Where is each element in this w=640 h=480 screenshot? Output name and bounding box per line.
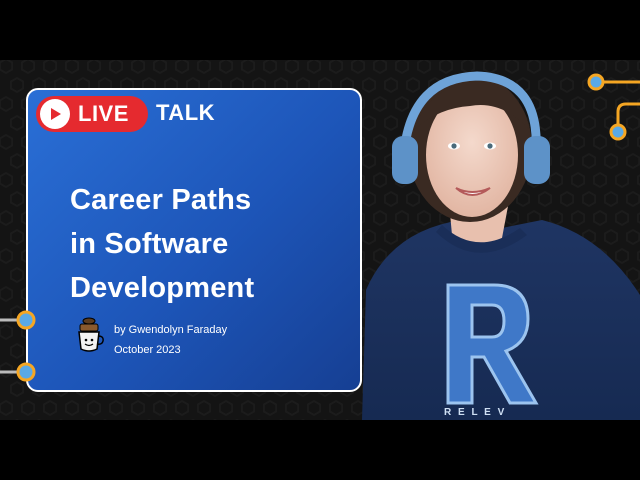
- hex-cell: [9, 342, 25, 360]
- hex-cell: [130, 399, 146, 417]
- title-line-2: in Software: [70, 228, 229, 260]
- hex-cell: [9, 114, 25, 132]
- hex-cell: [0, 247, 14, 265]
- hex-cell: [240, 60, 256, 75]
- hex-cell: [0, 361, 14, 379]
- svg-text:R E L E V: R E L E V: [444, 407, 506, 418]
- hex-cell: [42, 60, 58, 75]
- hex-cell: [0, 323, 14, 341]
- title-line-1: Career Paths: [70, 184, 252, 216]
- hex-cell: [240, 399, 256, 417]
- play-icon: [40, 99, 70, 129]
- hex-cell: [152, 60, 168, 75]
- hex-cell: [0, 209, 14, 227]
- hex-cell: [284, 399, 300, 417]
- hex-cell: [64, 399, 80, 417]
- video-thumbnail-frame[interactable]: R E L E V Career Paths in Software Devel…: [0, 0, 640, 480]
- hex-cell: [9, 152, 25, 170]
- hex-cell: [0, 399, 14, 417]
- speaker-illustration: R E L E V: [362, 71, 640, 420]
- hex-cell: [86, 399, 102, 417]
- hex-cell: [9, 228, 25, 246]
- hex-cell: [152, 399, 168, 417]
- hex-cell: [0, 171, 14, 189]
- hex-cell: [218, 60, 234, 75]
- author-name: by Gwendolyn Faraday: [114, 324, 228, 336]
- hex-cell: [328, 60, 344, 75]
- hex-cell: [0, 95, 14, 113]
- hex-cell: [20, 60, 36, 75]
- title-line-3: Development: [70, 272, 255, 304]
- hex-cell: [328, 399, 344, 417]
- speaker-photo: R E L E V: [352, 60, 640, 420]
- hex-cell: [9, 380, 25, 398]
- hex-cell: [196, 60, 212, 75]
- hex-cell: [196, 399, 212, 417]
- hex-cell: [174, 399, 190, 417]
- hex-cell: [0, 133, 14, 151]
- hex-cell: [306, 60, 322, 75]
- hex-cell: [218, 399, 234, 417]
- hex-cell: [42, 399, 58, 417]
- hex-cell: [174, 60, 190, 75]
- hex-cell: [306, 399, 322, 417]
- hex-cell: [9, 266, 25, 284]
- talk-title: Career Paths in Software Development: [70, 178, 254, 310]
- hex-cell: [262, 399, 278, 417]
- author-info: by Gwendolyn Faraday October 2023: [74, 316, 227, 360]
- hex-cell: [262, 60, 278, 75]
- hex-cell: [284, 60, 300, 75]
- hex-cell: [9, 76, 25, 94]
- hex-cell: [20, 399, 36, 417]
- hex-cell: [108, 399, 124, 417]
- hex-cell: [0, 60, 14, 75]
- coffee-mug-logo-icon: [78, 317, 104, 352]
- talk-label: TALK: [156, 100, 216, 125]
- hex-cell: [64, 60, 80, 75]
- hex-cell: [9, 190, 25, 208]
- talk-date: October 2023: [114, 344, 181, 356]
- hex-cell: [130, 60, 146, 75]
- live-badge: LIVE: [36, 96, 148, 132]
- hex-cell: [0, 285, 14, 303]
- hex-cell: [108, 60, 124, 75]
- hex-cell: [86, 60, 102, 75]
- hex-cell: [9, 304, 25, 322]
- live-label: LIVE: [78, 101, 129, 126]
